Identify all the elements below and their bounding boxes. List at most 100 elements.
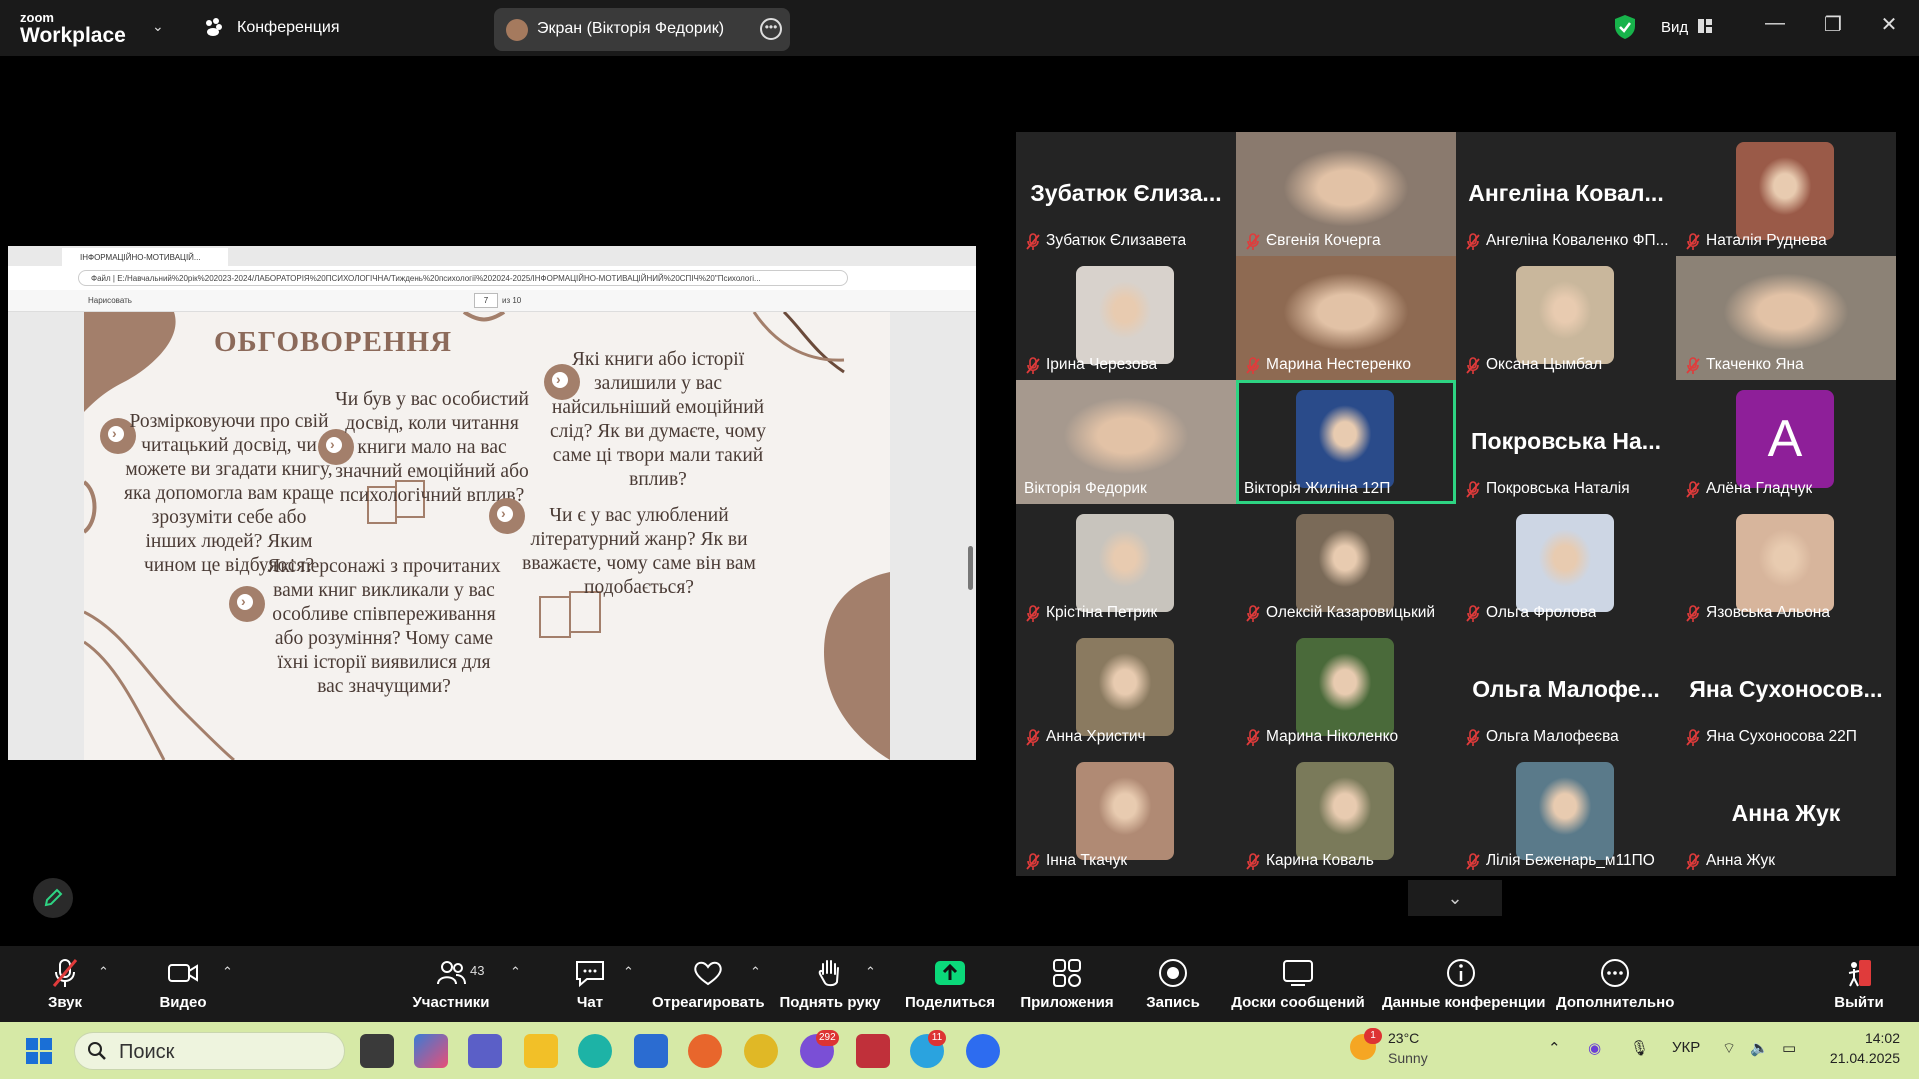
task-view-icon[interactable] <box>360 1034 394 1068</box>
participant-tile[interactable]: Вікторія Федорик <box>1016 380 1236 504</box>
clock-date[interactable]: 21.04.2025 <box>1822 1050 1900 1066</box>
participant-tile[interactable]: Олексій Казаровицький <box>1236 504 1456 628</box>
participant-photo <box>1296 390 1394 488</box>
participant-name: Яна Сухоносова 22П <box>1682 728 1857 748</box>
participant-name-text: Марина Ніколенко <box>1266 728 1399 745</box>
wifi-icon[interactable]: ⌔ <box>1722 1039 1736 1058</box>
shared-screen: ІНФОРМАЦІЙНО-МОТИВАЦІЙ... Файл | E:/Навч… <box>8 246 976 760</box>
participant-tile[interactable]: Інна Ткачук <box>1016 752 1236 876</box>
search-icon <box>88 1042 106 1060</box>
participant-name-text: Вікторія Жиліна 12П <box>1244 480 1391 497</box>
mic-muted-icon <box>1026 853 1040 870</box>
chevron-up-icon[interactable]: ⌃ <box>222 964 233 980</box>
screen-share-indicator[interactable]: Экран (Вікторія Федорик) ••• <box>494 8 790 51</box>
react-button[interactable]: Отреагировать <box>652 946 765 1022</box>
participant-tile[interactable]: Карина Коваль <box>1236 752 1456 876</box>
participant-tile[interactable]: Ольга Фролова <box>1456 504 1676 628</box>
file-explorer-icon[interactable] <box>524 1034 558 1068</box>
microphone-icon[interactable]: 🎙 <box>1630 1039 1649 1057</box>
view-button[interactable]: Вид <box>1661 19 1688 36</box>
firefox-icon[interactable] <box>688 1034 722 1068</box>
participant-tile[interactable]: Яна Сухоносов... Яна Сухоносова 22П <box>1676 628 1896 752</box>
pdf-app-icon[interactable] <box>856 1034 890 1068</box>
conference-label[interactable]: Конференция <box>237 19 340 37</box>
chevron-up-icon[interactable]: ⌃ <box>98 964 109 980</box>
mic-muted-icon <box>1686 605 1700 622</box>
leave-button[interactable]: Выйти <box>1834 946 1884 1022</box>
participant-photo <box>1296 514 1394 612</box>
participant-tile[interactable]: Язовська Альона <box>1676 504 1896 628</box>
app-tray-icon[interactable]: ◉ <box>1588 1039 1601 1057</box>
participants-button[interactable]: Участники <box>412 946 490 1022</box>
taskbar-search[interactable]: Поиск <box>74 1032 345 1070</box>
participant-tile[interactable]: Лілія Беженарь_м11ПО <box>1456 752 1676 876</box>
page-number-field[interactable]: 7 <box>474 293 498 308</box>
participant-name-text: Язовська Альона <box>1706 604 1830 621</box>
audio-button[interactable]: Звук <box>30 946 100 1022</box>
more-icon[interactable]: ••• <box>760 18 782 40</box>
scrollbar[interactable] <box>968 546 973 590</box>
participant-tile[interactable]: Євгенія Кочерга <box>1236 132 1456 256</box>
chevron-up-icon[interactable]: ⌃ <box>865 964 876 980</box>
participant-name: Крістіна Петрик <box>1022 604 1157 624</box>
participant-tile[interactable]: Анна Жук Анна Жук <box>1676 752 1896 876</box>
shield-icon[interactable] <box>1614 14 1636 40</box>
clock-time[interactable]: 14:02 <box>1822 1030 1900 1046</box>
whiteboards-button[interactable]: Доски сообщений <box>1230 946 1366 1022</box>
chevron-down-icon[interactable]: ⌄ <box>1408 880 1502 916</box>
browser-tab[interactable]: ІНФОРМАЦІЙНО-МОТИВАЦІЙ... <box>62 248 228 266</box>
participant-name: Олексій Казаровицький <box>1242 604 1435 624</box>
windows-start-icon[interactable] <box>26 1038 52 1064</box>
chevron-up-icon[interactable]: ⌃ <box>750 964 761 980</box>
address-field[interactable]: Файл | E:/Навчальний%20рік%202023-2024/Л… <box>78 270 848 286</box>
participant-tile[interactable]: Марина Нестеренко <box>1236 256 1456 380</box>
chevron-up-icon[interactable]: ⌃ <box>510 964 521 980</box>
close-icon[interactable]: ✕ <box>1874 12 1904 37</box>
record-button[interactable]: Запись <box>1140 946 1206 1022</box>
zoom-icon[interactable] <box>966 1034 1000 1068</box>
participant-tile[interactable]: Зубатюк Єлиза... Зубатюк Єлизавета <box>1016 132 1236 256</box>
participant-tile[interactable]: Покровська На... Покровська Наталія <box>1456 380 1676 504</box>
draw-button[interactable]: Нарисовать <box>88 296 132 305</box>
more-label: Дополнительно <box>1556 994 1675 1011</box>
participant-tile[interactable]: Оксана Цымбал <box>1456 256 1676 380</box>
participant-tile[interactable]: Анна Христич <box>1016 628 1236 752</box>
temperature: 23°C <box>1388 1030 1420 1046</box>
chat-button[interactable]: Чат <box>560 946 620 1022</box>
grid-view-icon[interactable] <box>1698 19 1712 33</box>
participant-tile[interactable]: Вікторія Жиліна 12П <box>1236 380 1456 504</box>
participant-tile[interactable]: Крістіна Петрик <box>1016 504 1236 628</box>
meeting-info-button[interactable]: Данные конференции <box>1382 946 1546 1022</box>
participant-tile[interactable]: А Алёна Гладчук <box>1676 380 1896 504</box>
participant-name-text: Ольга Фролова <box>1486 604 1597 621</box>
participant-tile[interactable]: Наталія Руднева <box>1676 132 1896 256</box>
raise-hand-button[interactable]: Поднять руку <box>778 946 882 1022</box>
battery-icon[interactable]: ▭ <box>1782 1039 1796 1057</box>
copilot-icon[interactable] <box>414 1034 448 1068</box>
participant-name-text: Ірина Черезова <box>1046 356 1158 373</box>
volume-icon[interactable]: 🔈 <box>1750 1039 1769 1057</box>
chrome-icon[interactable] <box>744 1034 778 1068</box>
chevron-up-icon[interactable]: ⌃ <box>623 964 634 980</box>
language-indicator[interactable]: УКР <box>1672 1039 1700 1056</box>
video-button[interactable]: Видео <box>150 946 216 1022</box>
participant-tile[interactable]: Марина Ніколенко <box>1236 628 1456 752</box>
participant-tile[interactable]: Ольга Малофе... Ольга Малофеєва <box>1456 628 1676 752</box>
store-icon[interactable] <box>634 1034 668 1068</box>
share-screen-button[interactable]: Поделиться <box>902 946 998 1022</box>
restore-icon[interactable]: ❐ <box>1818 12 1848 37</box>
more-button[interactable]: Дополнительно <box>1556 946 1674 1022</box>
participant-tile[interactable]: Ткаченко Яна <box>1676 256 1896 380</box>
chevron-up-icon[interactable]: ⌃ <box>1548 1039 1561 1057</box>
participant-tile[interactable]: Ірина Черезова <box>1016 256 1236 380</box>
minimize-icon[interactable]: — <box>1760 12 1790 35</box>
apps-button[interactable]: Приложения <box>1018 946 1116 1022</box>
whiteboard-icon <box>1283 960 1313 986</box>
teams-icon[interactable] <box>468 1034 502 1068</box>
participant-photo <box>1516 266 1614 364</box>
participant-name: Марина Нестеренко <box>1242 356 1411 376</box>
edge-icon[interactable] <box>578 1034 612 1068</box>
annotate-button[interactable] <box>33 878 73 918</box>
participant-tile[interactable]: Ангеліна Ковал... Ангеліна Коваленко ФП..… <box>1456 132 1676 256</box>
chevron-down-icon[interactable]: ⌄ <box>152 18 164 35</box>
